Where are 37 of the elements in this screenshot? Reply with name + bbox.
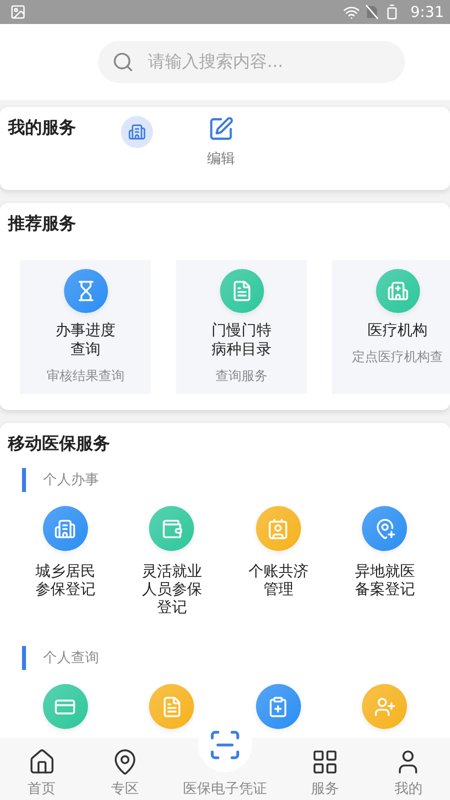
card-icon[interactable] bbox=[42, 684, 88, 729]
tile-subtitle: 审核结果查询 bbox=[46, 368, 124, 385]
service-tile[interactable]: 医疗机构 定点医疗机构查 bbox=[332, 260, 450, 394]
service-label[interactable]: 城乡居民参保登记 bbox=[34, 562, 97, 598]
scan-icon bbox=[208, 728, 242, 762]
group-title: 个人办事 bbox=[43, 471, 99, 489]
section-title: 移动医保服务 bbox=[8, 433, 111, 455]
grid-icon bbox=[310, 748, 339, 776]
section-title: 推荐服务 bbox=[8, 213, 77, 235]
clipboard-icon[interactable] bbox=[256, 684, 301, 729]
tile-title: 门慢门特病种目录 bbox=[210, 321, 272, 359]
wallet-icon[interactable] bbox=[149, 506, 194, 551]
tile-title: 办事进度查询 bbox=[54, 321, 116, 359]
search-icon bbox=[112, 51, 134, 73]
tile-subtitle: 定点医疗机构查 bbox=[352, 349, 443, 366]
service-label[interactable]: 个账共济管理 bbox=[246, 562, 310, 598]
edit-label[interactable]: 编辑 bbox=[207, 150, 235, 168]
service-tile[interactable]: 门慢门特病种目录 查询服务 bbox=[176, 260, 307, 394]
home-icon bbox=[28, 748, 56, 776]
tile-subtitle: 查询服务 bbox=[216, 368, 268, 385]
contact-card-icon[interactable] bbox=[256, 506, 301, 551]
section-title: 我的服务 bbox=[8, 117, 77, 140]
tile-title: 医疗机构 bbox=[368, 321, 428, 340]
service-tile[interactable]: 办事进度查询 审核结果查询 bbox=[20, 260, 151, 394]
user-plus-icon[interactable] bbox=[362, 684, 408, 729]
clock-time: 9:31 bbox=[410, 3, 444, 21]
map-pin-plus-icon[interactable] bbox=[362, 506, 408, 551]
search-field[interactable]: 请输入搜索内容... bbox=[98, 41, 405, 83]
no-sim-icon bbox=[366, 5, 378, 19]
service-label[interactable]: 异地就医备案登记 bbox=[353, 562, 416, 598]
edit-icon[interactable] bbox=[208, 116, 234, 142]
document-icon[interactable] bbox=[149, 684, 194, 729]
service-label[interactable]: 灵活就业人员参保登记 bbox=[140, 562, 204, 616]
building-icon[interactable] bbox=[42, 506, 88, 551]
image-icon bbox=[10, 4, 26, 20]
shortcut-button[interactable] bbox=[121, 116, 153, 148]
group-title: 个人查询 bbox=[43, 649, 99, 667]
